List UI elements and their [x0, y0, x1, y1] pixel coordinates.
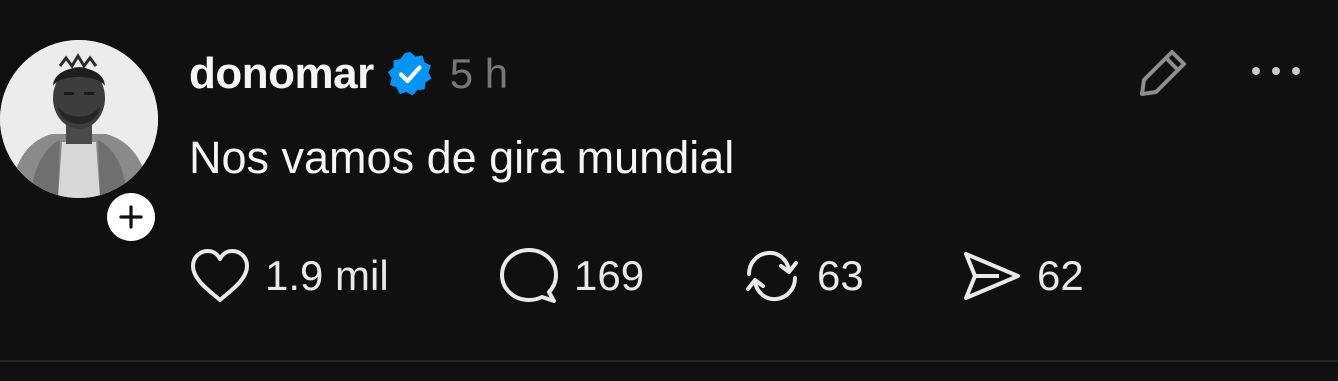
post-header: donomar 5 h	[189, 46, 508, 102]
like-count: 1.9 mil	[265, 252, 389, 299]
repost-count: 63	[817, 252, 864, 299]
comment-count: 169	[574, 252, 645, 299]
share-count: 62	[1037, 252, 1084, 299]
repost-icon	[741, 246, 803, 306]
comment-button[interactable]: 169	[498, 246, 741, 306]
post-time: 5 h	[449, 50, 509, 97]
avatar-container	[0, 40, 160, 245]
pencil-icon	[1136, 44, 1192, 100]
heart-icon	[189, 248, 251, 304]
repost-button[interactable]: 63	[741, 246, 961, 306]
comment-bubble-icon	[498, 246, 560, 306]
edit-button[interactable]	[1134, 44, 1194, 100]
avatar[interactable]	[0, 40, 158, 198]
thread-post: donomar 5 h Nos vamos de gira mundial 1.…	[0, 0, 1338, 362]
follow-button-inner	[107, 193, 155, 241]
more-dots-icon	[1248, 64, 1304, 78]
post-text: Nos vamos de gira mundial	[189, 132, 735, 183]
username[interactable]: donomar	[189, 49, 374, 99]
plus-icon	[118, 204, 144, 230]
like-button[interactable]: 1.9 mil	[189, 246, 498, 306]
post-actions: 1.9 mil 169 63 62	[189, 246, 1084, 306]
share-button[interactable]: 62	[961, 246, 1084, 306]
follow-button[interactable]	[103, 189, 159, 245]
post-divider	[0, 360, 1338, 362]
verified-badge-icon	[386, 50, 434, 98]
send-icon	[961, 248, 1023, 304]
more-options-button[interactable]	[1246, 56, 1306, 86]
